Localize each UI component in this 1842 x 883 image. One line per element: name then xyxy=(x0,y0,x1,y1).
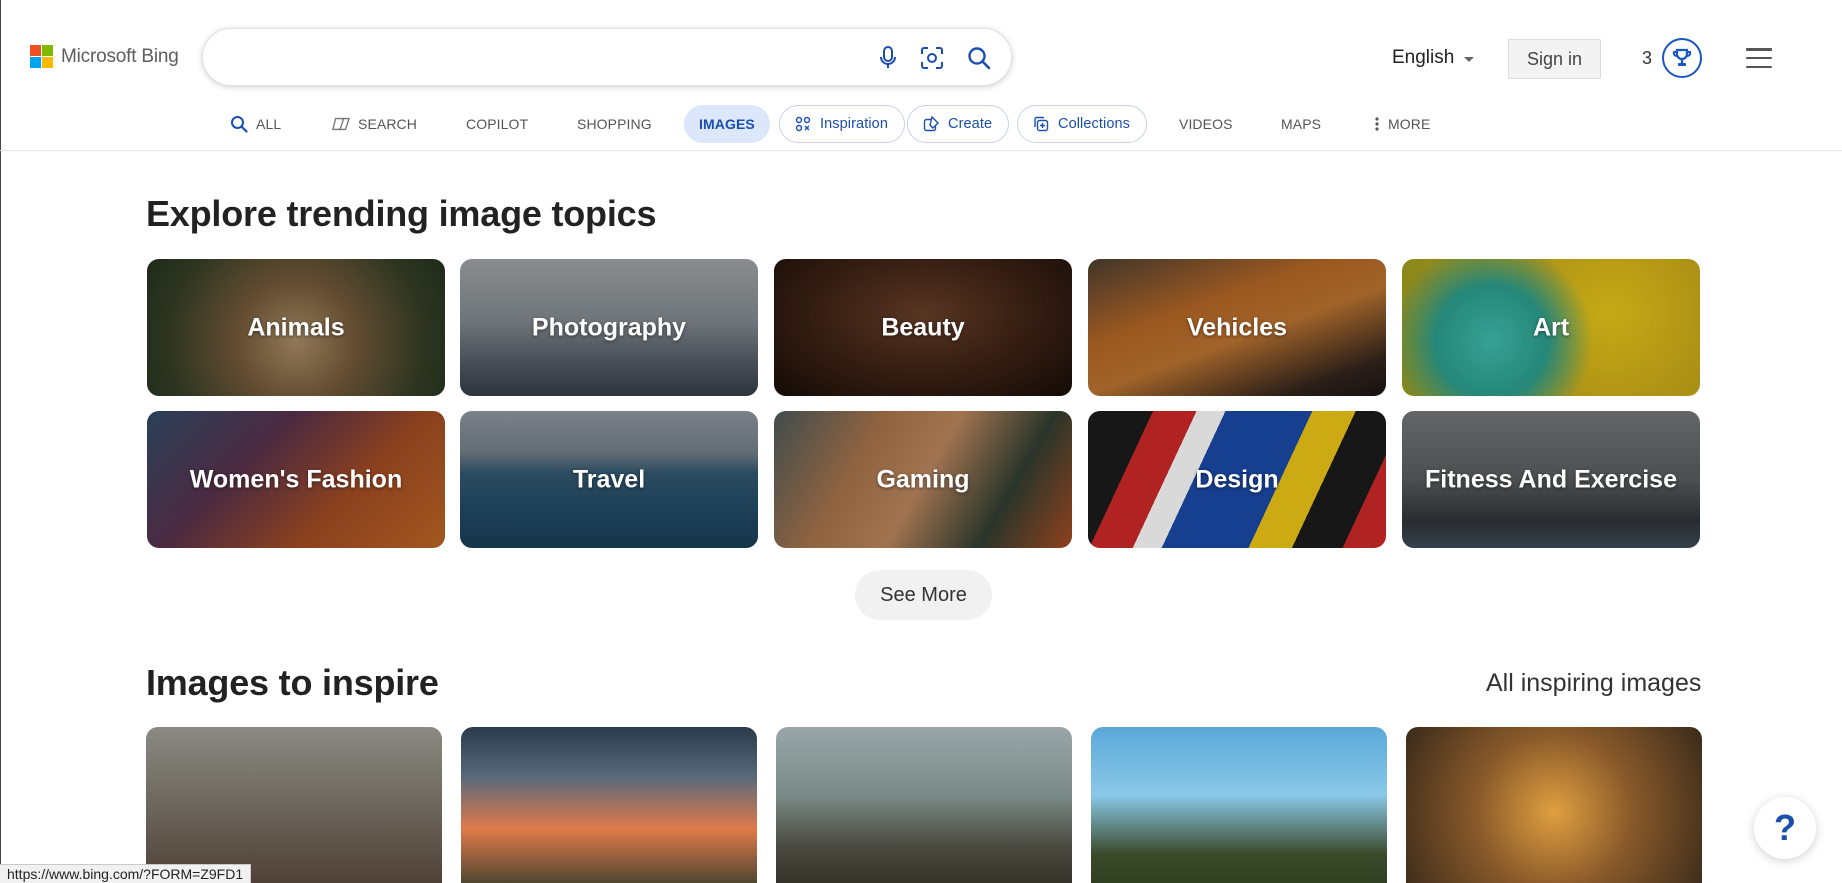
topic-label: Fitness And Exercise xyxy=(1425,465,1677,493)
topic-tile-photography[interactable]: Photography xyxy=(460,259,758,396)
copilot-search-icon xyxy=(332,115,350,133)
topic-label: Art xyxy=(1532,313,1570,341)
microphone-icon[interactable] xyxy=(875,45,901,71)
tab-inspiration[interactable]: Inspiration xyxy=(779,105,905,143)
topic-label: Design xyxy=(1195,465,1279,493)
bing-logo[interactable]: Microsoft Bing xyxy=(30,45,179,68)
language-label: English xyxy=(1392,47,1455,68)
tab-all[interactable]: ALL xyxy=(230,105,281,143)
scope-nav: ALL SEARCH COPILOT SHOPPING IMAGES Inspi… xyxy=(0,105,1842,145)
tab-create[interactable]: Create xyxy=(907,105,1010,143)
status-bar-url: https://www.bing.com/?FORM=Z9FD1 xyxy=(0,864,252,883)
topic-tile-design[interactable]: Design xyxy=(1088,411,1386,548)
menu-icon[interactable] xyxy=(1746,48,1772,68)
search-box xyxy=(202,28,1012,86)
caret-down-icon xyxy=(1464,56,1475,62)
inspire-image-palm[interactable] xyxy=(1091,727,1387,883)
tab-search[interactable]: SEARCH xyxy=(332,105,417,143)
topic-tile-travel[interactable]: Travel xyxy=(460,411,758,548)
search-input[interactable] xyxy=(227,43,847,73)
see-more-button[interactable]: See More xyxy=(855,570,992,620)
tab-copilot[interactable]: COPILOT xyxy=(466,105,528,143)
language-selector[interactable]: English xyxy=(1392,47,1475,69)
topic-tile-vehicles[interactable]: Vehicles xyxy=(1088,259,1386,396)
topic-tile-art[interactable]: Art xyxy=(1402,259,1700,396)
topic-label: Vehicles xyxy=(1186,313,1288,341)
inspire-image-mountain[interactable] xyxy=(461,727,757,883)
topic-label: Photography xyxy=(531,313,687,341)
topic-tile-beauty[interactable]: Beauty xyxy=(774,259,1072,396)
tab-videos[interactable]: VIDEOS xyxy=(1179,105,1233,143)
tab-shopping[interactable]: SHOPPING xyxy=(577,105,652,143)
inspire-title: Images to inspire xyxy=(146,662,439,703)
sign-in-button[interactable]: Sign in xyxy=(1508,39,1601,79)
topic-label: Gaming xyxy=(876,465,970,493)
rewards-count: 3 xyxy=(1642,48,1653,68)
topic-label: Travel xyxy=(572,465,646,493)
trending-title: Explore trending image topics xyxy=(146,193,657,234)
tab-images[interactable]: IMAGES xyxy=(684,105,770,143)
search-icon xyxy=(230,115,248,133)
rewards-trophy-icon[interactable] xyxy=(1662,38,1702,78)
collections-icon xyxy=(1032,115,1050,133)
topic-label: Animals xyxy=(247,313,345,341)
topic-tile-gaming[interactable]: Gaming xyxy=(774,411,1072,548)
more-vertical-icon xyxy=(1374,115,1380,133)
topic-label: Women's Fashion xyxy=(189,465,403,493)
header: Microsoft Bing English Sign in 3 ALL SEA… xyxy=(0,0,1842,151)
topic-tile-fitness[interactable]: Fitness And Exercise xyxy=(1402,411,1700,548)
inspire-image-flowers[interactable] xyxy=(1406,727,1702,883)
help-button[interactable]: ? xyxy=(1754,797,1816,859)
inspire-image-portrait[interactable] xyxy=(146,727,442,883)
microsoft-logo-icon xyxy=(30,45,53,68)
search-icon[interactable] xyxy=(966,45,992,71)
visual-search-icon[interactable] xyxy=(919,45,945,71)
topic-tile-animals[interactable]: Animals xyxy=(147,259,445,396)
topic-tile-womens-fashion[interactable]: Women's Fashion xyxy=(147,411,445,548)
tab-maps[interactable]: MAPS xyxy=(1281,105,1321,143)
tab-more[interactable]: MORE xyxy=(1374,105,1430,143)
inspiration-icon xyxy=(794,115,812,133)
create-icon xyxy=(922,115,940,133)
inspire-image-dog[interactable] xyxy=(776,727,1072,883)
topic-label: Beauty xyxy=(881,313,965,341)
all-inspiring-images-link[interactable]: All inspiring images xyxy=(1486,669,1701,698)
tab-collections[interactable]: Collections xyxy=(1017,105,1148,143)
logo-text: Microsoft Bing xyxy=(61,45,179,67)
